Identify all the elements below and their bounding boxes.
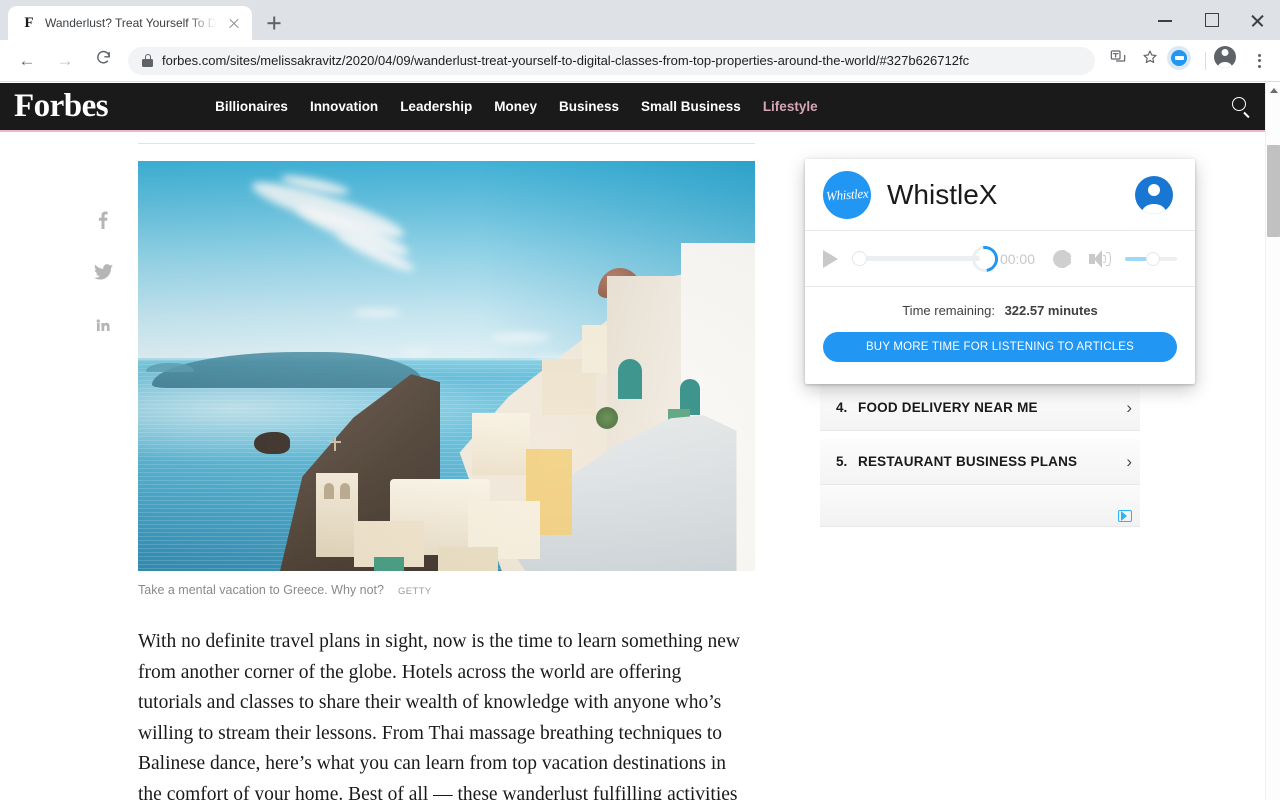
seek-slider[interactable] bbox=[852, 250, 980, 268]
ad-list-item[interactable]: 5. RESTAURANT BUSINESS PLANS › bbox=[820, 439, 1140, 485]
content-divider bbox=[138, 143, 755, 144]
ad-item-number: 5. bbox=[836, 454, 848, 469]
nav-item-small-business[interactable]: Small Business bbox=[641, 99, 741, 114]
cross bbox=[329, 437, 341, 451]
lock-icon bbox=[142, 54, 153, 67]
scroll-up-arrow-icon[interactable] bbox=[1266, 83, 1280, 98]
whistlex-logo-icon: Whistlex bbox=[823, 170, 871, 219]
building bbox=[438, 547, 498, 571]
forbes-main-nav: Billionaires Innovation Leadership Money… bbox=[215, 99, 817, 114]
reload-icon[interactable] bbox=[88, 46, 118, 76]
account-avatar-icon[interactable] bbox=[1135, 175, 1173, 214]
address-bar[interactable]: forbes.com/sites/melissakravitz/2020/04/… bbox=[128, 46, 1095, 75]
nav-item-billionaires[interactable]: Billionaires bbox=[215, 99, 288, 114]
nav-item-money[interactable]: Money bbox=[494, 99, 537, 114]
elapsed-time: 00:00 bbox=[999, 250, 1035, 267]
scroll-down-arrow-icon[interactable] bbox=[1266, 785, 1280, 800]
tab-strip: F Wanderlust? Treat Yourself To Dig bbox=[0, 0, 1280, 40]
article-paragraph: With no definite travel plans in sight, … bbox=[138, 631, 740, 800]
volume-fill bbox=[1125, 256, 1147, 261]
toolbar-icons bbox=[1103, 45, 1272, 76]
loading-spinner-icon bbox=[966, 240, 1004, 277]
ad-item-number: 4. bbox=[836, 400, 848, 415]
cloud bbox=[490, 333, 550, 342]
whistlex-footer: Time remaining: 322.57 minutes BUY MORE … bbox=[805, 287, 1195, 384]
seek-handle[interactable] bbox=[852, 251, 867, 266]
chrome-browser-window: F Wanderlust? Treat Yourself To Dig ← → … bbox=[0, 0, 1280, 800]
whistlex-header: Whistlex WhistleX bbox=[805, 159, 1195, 231]
chrome-menu-icon[interactable] bbox=[1246, 46, 1272, 76]
browser-tab[interactable]: F Wanderlust? Treat Yourself To Dig bbox=[8, 6, 252, 40]
bookmark-star-icon[interactable] bbox=[1135, 46, 1165, 76]
play-icon[interactable] bbox=[823, 249, 838, 268]
seek-track bbox=[852, 256, 980, 261]
time-remaining-row: Time remaining: 322.57 minutes bbox=[823, 303, 1177, 318]
facebook-icon[interactable] bbox=[93, 211, 113, 231]
forbes-f-icon: F bbox=[24, 15, 34, 31]
whistlex-extension-icon[interactable] bbox=[1167, 45, 1197, 76]
close-icon[interactable] bbox=[226, 15, 242, 31]
ad-list-item[interactable]: 4. FOOD DELIVERY NEAR ME › bbox=[820, 385, 1140, 431]
nav-item-business[interactable]: Business bbox=[559, 99, 619, 114]
image-credit: GETTY bbox=[397, 586, 432, 597]
article-hero-image bbox=[138, 161, 755, 571]
chevron-right-icon: › bbox=[1126, 451, 1132, 471]
window-controls bbox=[1142, 0, 1280, 40]
nav-item-leadership[interactable]: Leadership bbox=[400, 99, 472, 114]
whistlex-title: WhistleX bbox=[887, 178, 998, 210]
page-viewport: Forbes Billionaires Innovation Leadershi… bbox=[0, 83, 1280, 800]
image-caption: Take a mental vacation to Greece. Why no… bbox=[138, 583, 384, 597]
green-shutter bbox=[374, 557, 404, 571]
social-share-rail bbox=[93, 211, 113, 337]
volume-icon[interactable] bbox=[1089, 249, 1111, 268]
tab-title: Wanderlust? Treat Yourself To Dig bbox=[45, 16, 218, 30]
forbes-site-header: Forbes Billionaires Innovation Leadershi… bbox=[0, 83, 1280, 130]
volume-handle[interactable] bbox=[1146, 251, 1160, 266]
browser-toolbar: ← → forbes.com/sites/melissakravitz/2020… bbox=[0, 40, 1280, 82]
window-close-icon[interactable] bbox=[1234, 0, 1280, 40]
nav-item-innovation[interactable]: Innovation bbox=[310, 99, 378, 114]
hero-rock bbox=[254, 431, 290, 454]
ad-item-label: FOOD DELIVERY NEAR ME bbox=[858, 400, 1038, 415]
profile-avatar-icon[interactable] bbox=[1214, 45, 1244, 76]
scrollbar-thumb[interactable] bbox=[1267, 145, 1280, 237]
plant bbox=[596, 407, 618, 429]
teal-door bbox=[618, 359, 642, 399]
twitter-icon[interactable] bbox=[93, 264, 113, 284]
linkedin-icon[interactable] bbox=[93, 317, 113, 337]
nav-item-lifestyle[interactable]: Lifestyle bbox=[763, 99, 818, 114]
page-scrollbar[interactable] bbox=[1265, 83, 1280, 800]
search-icon[interactable] bbox=[1232, 96, 1252, 118]
translate-icon[interactable] bbox=[1103, 46, 1133, 76]
back-icon[interactable]: ← bbox=[12, 46, 42, 76]
volume-slider[interactable] bbox=[1125, 251, 1177, 267]
toolbar-divider bbox=[1205, 51, 1206, 70]
distant-island bbox=[146, 363, 194, 373]
cloud bbox=[353, 309, 401, 317]
time-remaining-label: Time remaining: bbox=[902, 303, 995, 318]
whistlex-extension-panel: Whistlex WhistleX 00:00 Time remaining: … bbox=[805, 159, 1195, 384]
adchoices-icon[interactable] bbox=[1118, 510, 1132, 522]
bell-tower bbox=[316, 473, 358, 557]
time-remaining-value: 322.57 minutes bbox=[1004, 303, 1098, 318]
building bbox=[472, 413, 530, 475]
maximize-icon[interactable] bbox=[1188, 0, 1234, 40]
ad-footer bbox=[820, 485, 1140, 527]
minimize-icon[interactable] bbox=[1142, 0, 1188, 40]
url-text: forbes.com/sites/melissakravitz/2020/04/… bbox=[162, 53, 970, 68]
gear-icon[interactable] bbox=[1052, 249, 1072, 268]
buy-more-time-button[interactable]: BUY MORE TIME FOR LISTENING TO ARTICLES bbox=[823, 332, 1177, 362]
forward-icon[interactable]: → bbox=[50, 46, 80, 76]
article-body: Take a mental vacation to Greece. Why no… bbox=[138, 132, 755, 800]
new-tab-button[interactable] bbox=[260, 9, 288, 37]
related-searches-ad: 4. FOOD DELIVERY NEAR ME › 5. RESTAURANT… bbox=[820, 385, 1140, 527]
forbes-logo[interactable]: Forbes bbox=[14, 90, 109, 123]
whistlex-logo-text: Whistlex bbox=[825, 185, 869, 203]
chevron-right-icon: › bbox=[1126, 397, 1132, 417]
whistlex-player-bar: 00:00 bbox=[805, 231, 1195, 287]
ad-list-gap bbox=[820, 431, 1140, 439]
ad-item-label: RESTAURANT BUSINESS PLANS bbox=[858, 454, 1078, 469]
cloud bbox=[400, 349, 432, 355]
image-caption-row: Take a mental vacation to Greece. Why no… bbox=[138, 583, 755, 597]
